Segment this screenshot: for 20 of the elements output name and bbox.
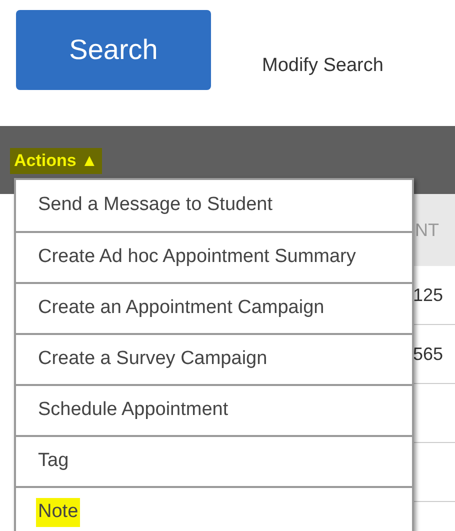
menu-item[interactable]: Schedule Appointment (16, 384, 412, 435)
search-button[interactable]: Search (16, 10, 211, 90)
menu-item[interactable]: Send a Message to Student (16, 180, 412, 231)
menu-item[interactable]: Create a Survey Campaign (16, 333, 412, 384)
actions-button[interactable]: Actions ▲ (10, 148, 102, 174)
menu-item-label: Create a Survey Campaign (37, 347, 268, 372)
menu-item-label: Create Ad hoc Appointment Summary (37, 245, 357, 270)
menu-item-label: Send a Message to Student (37, 193, 274, 218)
menu-item[interactable]: Note (16, 486, 412, 531)
menu-item-label: Tag (37, 449, 70, 474)
menu-item[interactable]: Create Ad hoc Appointment Summary (16, 231, 412, 282)
menu-item-label: Create an Appointment Campaign (37, 296, 326, 320)
menu-item[interactable]: Tag (16, 435, 412, 486)
modify-search-link[interactable]: Modify Search (262, 52, 384, 80)
column-header: NT (415, 218, 439, 242)
table-cell-text: 565 (413, 342, 444, 366)
menu-item-label: Note (36, 498, 80, 527)
menu-item-label: Schedule Appointment (37, 398, 230, 422)
table-cell-text: 125 (413, 284, 444, 306)
menu-item[interactable]: Create an Appointment Campaign (16, 282, 412, 333)
